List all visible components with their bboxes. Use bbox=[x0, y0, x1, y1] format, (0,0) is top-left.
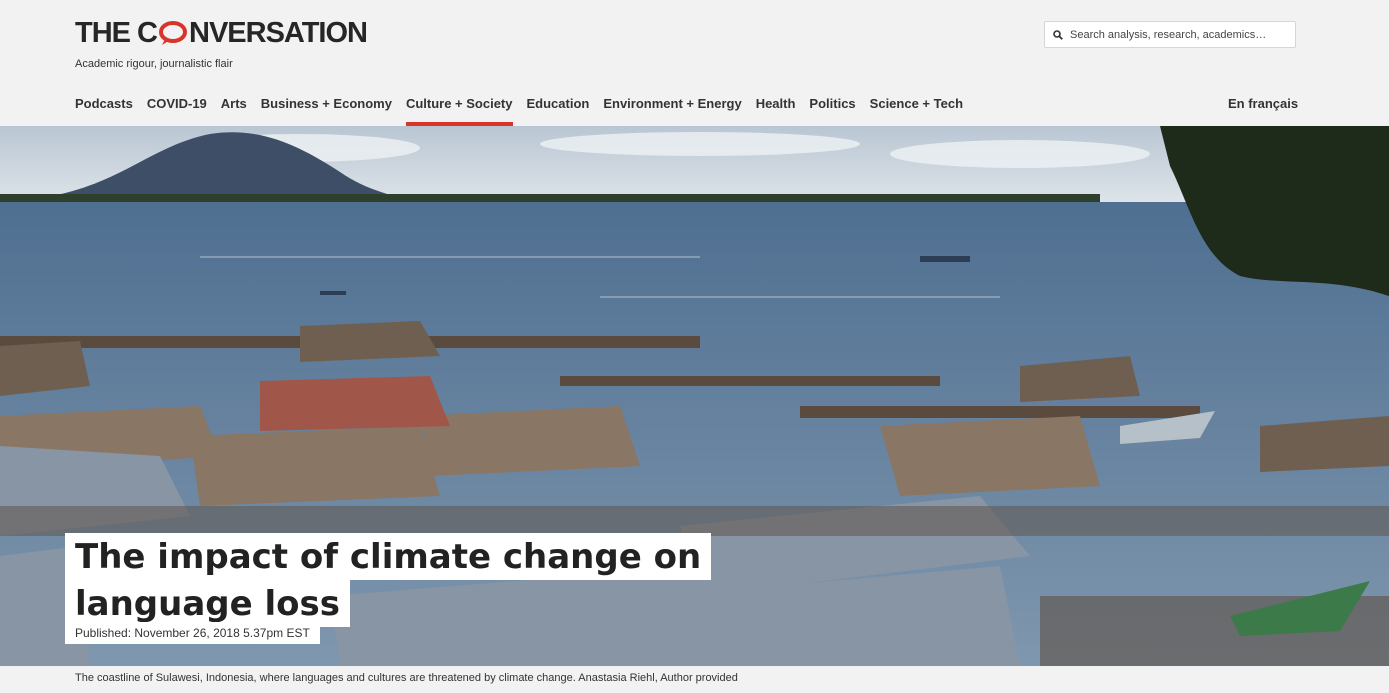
nav-item-covid-19[interactable]: COVID-19 bbox=[147, 96, 207, 126]
search-box[interactable] bbox=[1044, 21, 1296, 48]
article-headline: The impact of climate change on language… bbox=[65, 533, 712, 627]
image-caption: The coastline of Sulawesi, Indonesia, wh… bbox=[75, 672, 738, 684]
language-link-french[interactable]: En français bbox=[1228, 96, 1298, 111]
search-icon bbox=[1053, 29, 1063, 40]
logo-text-suffix: NVERSATION bbox=[189, 16, 368, 49]
published-date: Published: November 26, 2018 5.37pm EST bbox=[65, 622, 320, 644]
site-logo[interactable]: THE C NVERSATION bbox=[75, 16, 368, 50]
nav-item-podcasts[interactable]: Podcasts bbox=[75, 96, 133, 126]
primary-nav: Podcasts COVID-19 Arts Business + Econom… bbox=[75, 96, 977, 126]
site-header: THE C NVERSATION Academic rigour, journa… bbox=[0, 0, 1389, 126]
speech-bubble-icon bbox=[158, 20, 188, 46]
nav-item-science-tech[interactable]: Science + Tech bbox=[870, 96, 963, 126]
nav-item-culture-society[interactable]: Culture + Society bbox=[405, 96, 513, 126]
nav-item-arts[interactable]: Arts bbox=[221, 96, 247, 126]
tagline: Academic rigour, journalistic flair bbox=[75, 58, 233, 70]
headline-line-1: The impact of climate change on bbox=[65, 533, 712, 580]
nav-item-politics[interactable]: Politics bbox=[809, 96, 855, 126]
logo-text-prefix: THE C bbox=[75, 16, 158, 49]
nav-item-education[interactable]: Education bbox=[527, 96, 590, 126]
nav-item-environment-energy[interactable]: Environment + Energy bbox=[603, 96, 741, 126]
headline-line-2: language loss bbox=[65, 580, 351, 627]
search-input[interactable] bbox=[1070, 28, 1290, 41]
nav-item-health[interactable]: Health bbox=[756, 96, 796, 126]
nav-item-business-economy[interactable]: Business + Economy bbox=[261, 96, 392, 126]
